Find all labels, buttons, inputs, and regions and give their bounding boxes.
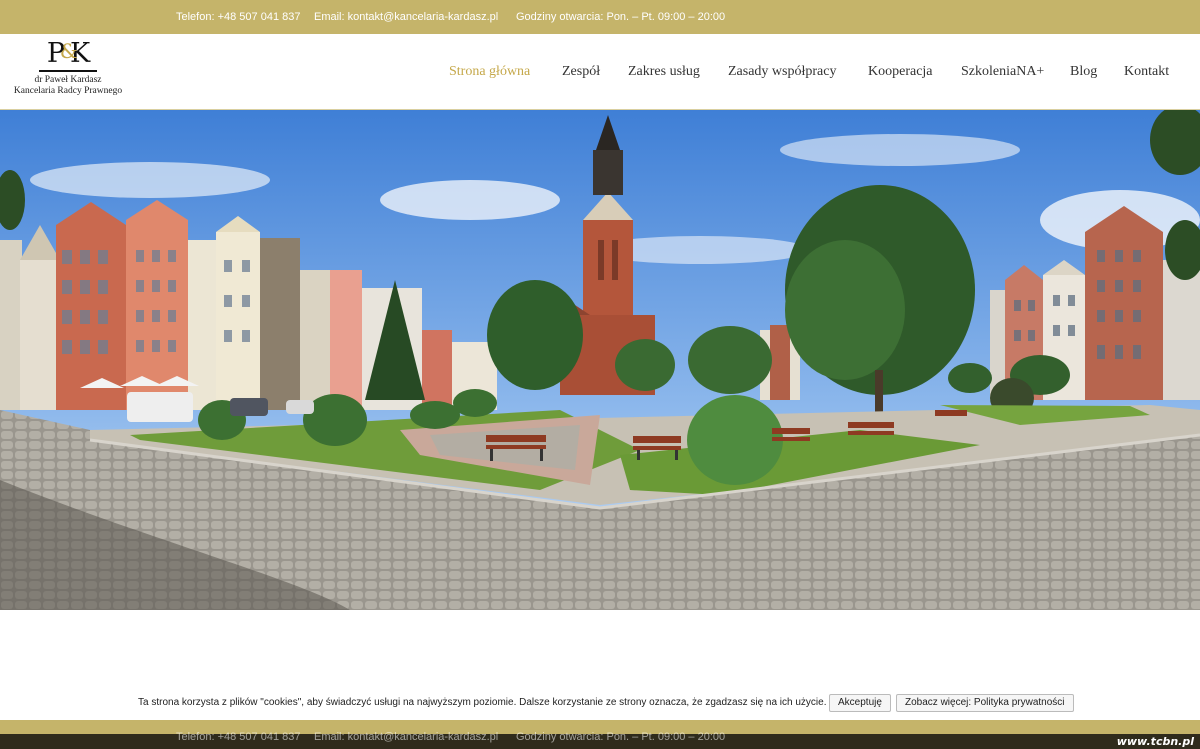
nav-item-home[interactable]: Strona główna — [449, 64, 530, 80]
top-hours: Godziny otwarcia: Pon. – Pt. 09:00 – 20:… — [516, 11, 726, 23]
bottom-contact-bar: Telefon: +48 507 041 837 Email: kontakt@… — [0, 720, 1200, 749]
cookie-privacy-policy-button[interactable]: Zobacz więcej: Polityka prywatności — [896, 694, 1074, 712]
nav-item-blog[interactable]: Blog — [1070, 64, 1097, 80]
cookie-accept-button[interactable]: Akceptuję — [829, 694, 891, 712]
watermark: www.tcbn.pl — [1116, 735, 1194, 748]
bottom-phone[interactable]: Telefon: +48 507 041 837 — [176, 731, 300, 743]
nav-item-team[interactable]: Zespół — [562, 64, 600, 80]
nav-item-training[interactable]: SzkoleniaNA+ — [961, 64, 1044, 80]
cookie-message: Ta strona korzysta z plików "cookies", a… — [138, 697, 827, 708]
hero-illustration — [0, 110, 1200, 610]
bottom-hours: Godziny otwarcia: Pon. – Pt. 09:00 – 20:… — [516, 731, 726, 743]
logo-subtitle: Kancelaria Radcy Prawnego — [13, 86, 123, 96]
nav-item-services[interactable]: Zakres usług — [628, 64, 700, 80]
site-header: P & K dr Paweł Kardasz Kancelaria Radcy Pr… — [0, 34, 1200, 110]
nav-item-contact[interactable]: Kontakt — [1124, 64, 1169, 80]
main-nav: Strona główna Zespół Zakres usług Zasady… — [0, 64, 1200, 84]
top-contact-bar: Telefon: +48 507 041 837 Email: kontakt@… — [0, 0, 1200, 34]
bottom-email[interactable]: Email: kontakt@kancelaria-kardasz.pl — [314, 731, 498, 743]
top-phone[interactable]: Telefon: +48 507 041 837 — [176, 11, 300, 23]
nav-item-cooperation-rules[interactable]: Zasady współpracy — [728, 64, 836, 80]
hero-panorama-image — [0, 110, 1200, 610]
cookie-banner: Ta strona korzysta z plików "cookies", a… — [0, 690, 1200, 718]
top-email[interactable]: Email: kontakt@kancelaria-kardasz.pl — [314, 11, 498, 23]
nav-item-cooperation[interactable]: Kooperacja — [868, 64, 933, 80]
